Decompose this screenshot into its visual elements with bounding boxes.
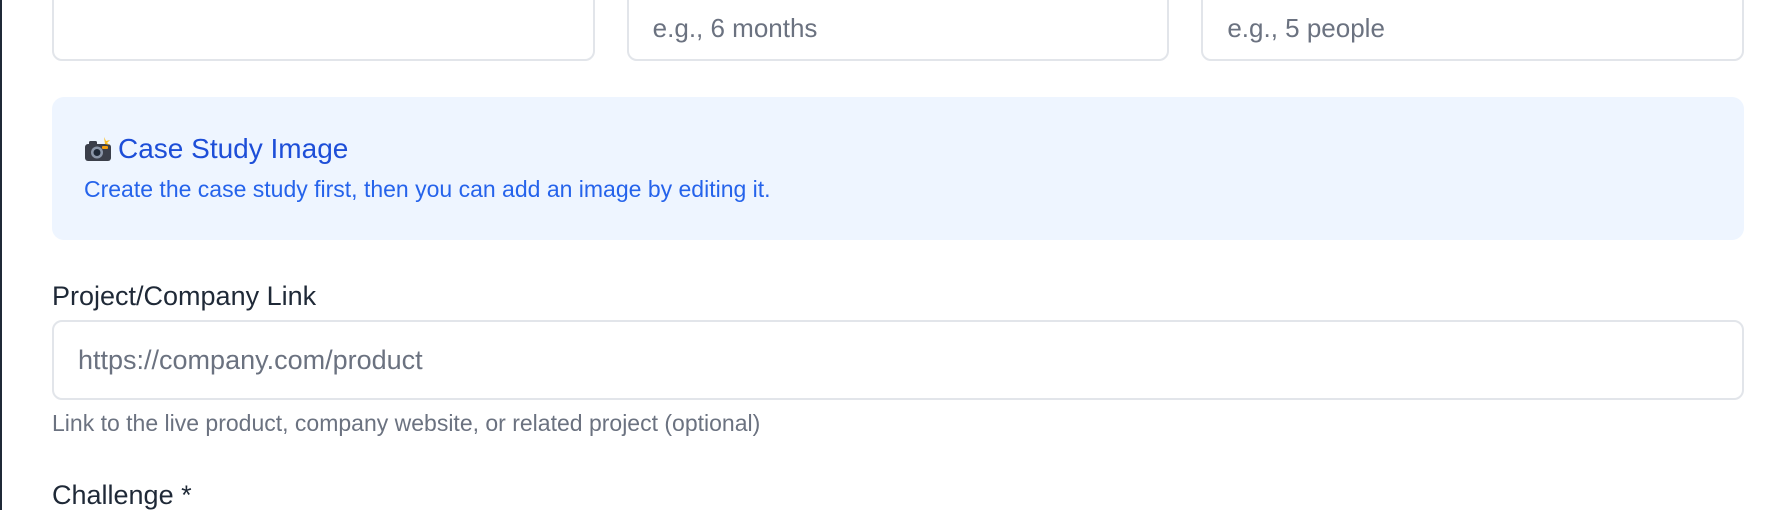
window-edge xyxy=(0,0,2,510)
notice-title-row: Case Study Image xyxy=(84,133,348,165)
top-input-row xyxy=(52,0,1745,61)
link-field-label: Project/Company Link xyxy=(52,281,317,311)
team-size-input[interactable] xyxy=(1201,0,1745,61)
duration-input[interactable] xyxy=(626,0,1170,61)
notice-title: Case Study Image xyxy=(118,133,349,164)
challenge-field-label: Challenge * xyxy=(52,480,192,510)
field-input-1[interactable] xyxy=(52,0,595,61)
case-study-image-notice: Case Study Image Create the case study f… xyxy=(52,97,1744,240)
notice-message: Create the case study first, then you ca… xyxy=(84,176,771,202)
project-link-input[interactable] xyxy=(52,320,1744,400)
link-help-text: Link to the live product, company websit… xyxy=(52,410,761,436)
camera-flash-icon xyxy=(84,137,112,161)
